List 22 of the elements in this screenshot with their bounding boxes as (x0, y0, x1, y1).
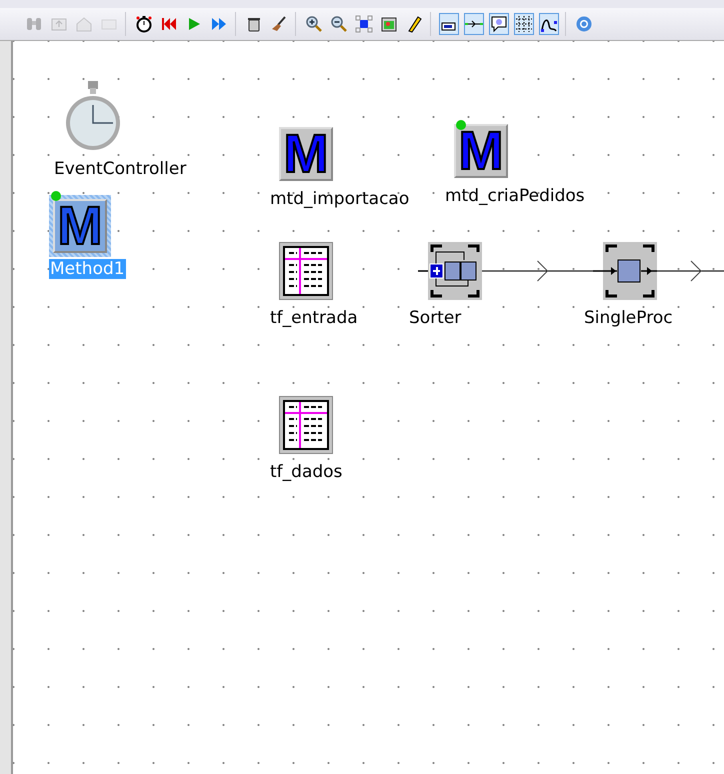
method-icon: M (53, 199, 107, 253)
comment-icon[interactable] (489, 13, 509, 35)
stopwatch-icon[interactable] (134, 13, 154, 35)
object-label[interactable]: SingleProc (583, 308, 674, 328)
method-icon: M (279, 127, 333, 181)
object-label[interactable]: tf_dados (269, 462, 344, 482)
method-icon: M (454, 124, 508, 178)
object-label[interactable]: mtd_criaPedidos (444, 186, 586, 206)
object-label[interactable]: tf_entrada (269, 308, 359, 328)
grid-icon[interactable] (514, 13, 534, 35)
table-icon (279, 396, 333, 454)
object-label[interactable]: mtd_importacao (269, 189, 410, 209)
sorter-icon (418, 242, 482, 300)
connector-icon[interactable] (464, 13, 484, 35)
stopwatch-icon (63, 81, 123, 151)
single-proc-icon (593, 242, 657, 300)
table-icon (279, 242, 333, 300)
curve-icon[interactable] (539, 13, 559, 35)
icon-view-icon[interactable] (439, 13, 459, 35)
object-label[interactable]: Sorter (408, 308, 462, 328)
frame-select-icon[interactable] (354, 13, 374, 35)
object-label[interactable]: EventController (53, 159, 188, 179)
